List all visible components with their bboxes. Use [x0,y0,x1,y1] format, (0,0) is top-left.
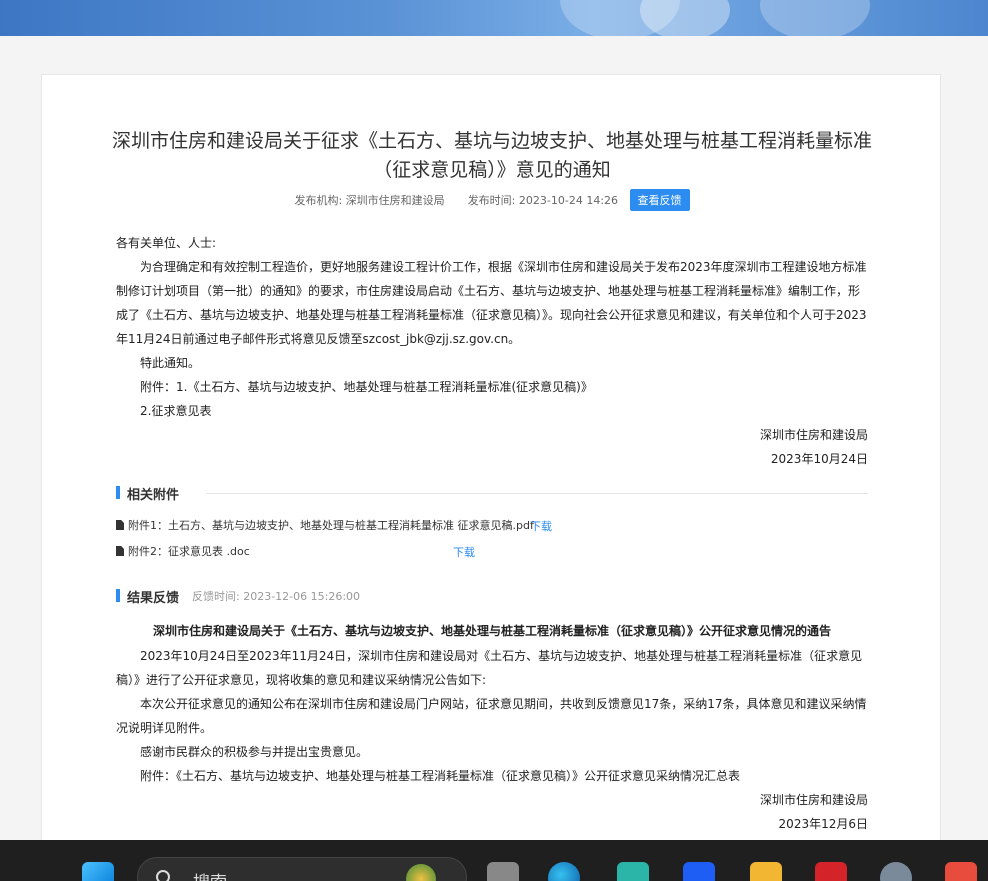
feishu-icon[interactable] [683,862,715,881]
top-banner [0,0,988,36]
page-title: 深圳市住房和建设局关于征求《土石方、基坑与边坡支护、地基处理与桩基工程消耗量标准… [111,130,872,181]
attachments-section-header: 相关附件 [116,484,868,503]
publish-time-label: 发布时间: [467,194,516,207]
file-icon [116,546,124,556]
result-paragraph: 附件：《土石方、基坑与边坡支护、地基处理与桩基工程消耗量标准（征求意见稿）》公开… [140,769,741,783]
view-feedback-button[interactable]: 查看反馈 [629,189,690,211]
settings-gear-icon[interactable] [880,862,912,881]
taskbar: 搜索 [0,840,988,881]
article-meta: 发布机构: 深圳市住房和建设局 发布时间: 2023-10-24 14:26 查… [42,189,942,211]
folder-icon[interactable] [750,862,782,881]
file-icon [116,520,124,530]
article-body: 各有关单位、人士: 为合理确定和有效控制工程造价，更好地服务建设工程计价工作，根… [116,231,868,471]
signature-date: 2023年10月24日 [770,452,868,466]
signature-date: 2023年12月6日 [778,817,868,831]
search-label: 搜索 [193,868,227,881]
article-paragraph: 附件：1.《土石方、基坑与边坡支护、地基处理与桩基工程消耗量标准(征求意见稿)》 [140,380,593,394]
taskbar-search[interactable]: 搜索 [137,857,467,881]
result-paragraph: 2023年10月24日至2023年11月24日，深圳市住房和建设局对《土石方、基… [116,649,863,687]
publish-time: 2023-10-24 14:26 [518,193,619,207]
result-paragraph: 感谢市民群众的积极参与并提出宝贵意见。 [140,745,369,759]
app-icon[interactable] [945,862,977,881]
search-highlight-icon [406,864,436,881]
attachment-item: 附件1：土石方、基坑与边坡支护、地基处理与桩基工程消耗量标准 征求意见稿.pdf [116,518,534,534]
attachment-label: 附件1：土石方、基坑与边坡支护、地基处理与桩基工程消耗量标准 征求意见稿.pdf [128,519,534,532]
result-paragraph: 本次公开征求意见的通知公布在深圳市住房和建设局门户网站，征求意见期间，共收到反馈… [116,697,867,735]
result-heading: 结果反馈 [127,591,180,606]
article-paragraph: 2.征求意见表 [140,404,212,418]
typora-icon[interactable] [617,862,649,881]
download-link[interactable]: 下载 [453,544,475,560]
article-paragraph: 特此通知。 [140,356,201,370]
article-paragraph: 为合理确定和有效控制工程造价，更好地服务建设工程计价工作，根据《深圳市住房和建设… [116,260,867,346]
signature-org: 深圳市住房和建设局 [759,793,868,807]
banner-flower-decoration [760,0,870,36]
banner-flower-decoration [640,0,730,36]
edge-browser-icon[interactable] [548,862,580,881]
attachment-label: 附件2：征求意见表 .doc [128,545,250,558]
wps-icon[interactable] [815,862,847,881]
salutation: 各有关单位、人士: [116,236,217,250]
search-icon [156,870,170,881]
result-body: 2023年10月24日至2023年11月24日，深圳市住房和建设局对《土石方、基… [116,644,868,836]
windows-start-icon[interactable] [82,862,114,881]
download-link[interactable]: 下载 [530,518,552,534]
signature-org: 深圳市住房和建设局 [759,428,868,442]
feedback-time: 反馈时间: 2023-12-06 15:26:00 [192,590,361,603]
result-notice-title: 深圳市住房和建设局关于《土石方、基坑与边坡支护、地基处理与桩基工程消耗量标准（征… [152,624,831,638]
article-card: 深圳市住房和建设局关于征求《土石方、基坑与边坡支护、地基处理与桩基工程消耗量标准… [41,74,941,854]
attachment-item: 附件2：征求意见表 .doc [116,544,250,560]
attachments-heading: 相关附件 [127,488,180,503]
publisher-label: 发布机构: [294,194,343,207]
file-explorer-window-icon[interactable] [487,862,519,881]
result-section-header: 结果反馈 反馈时间: 2023-12-06 15:26:00 [116,587,868,606]
publisher: 深圳市住房和建设局 [345,194,445,207]
